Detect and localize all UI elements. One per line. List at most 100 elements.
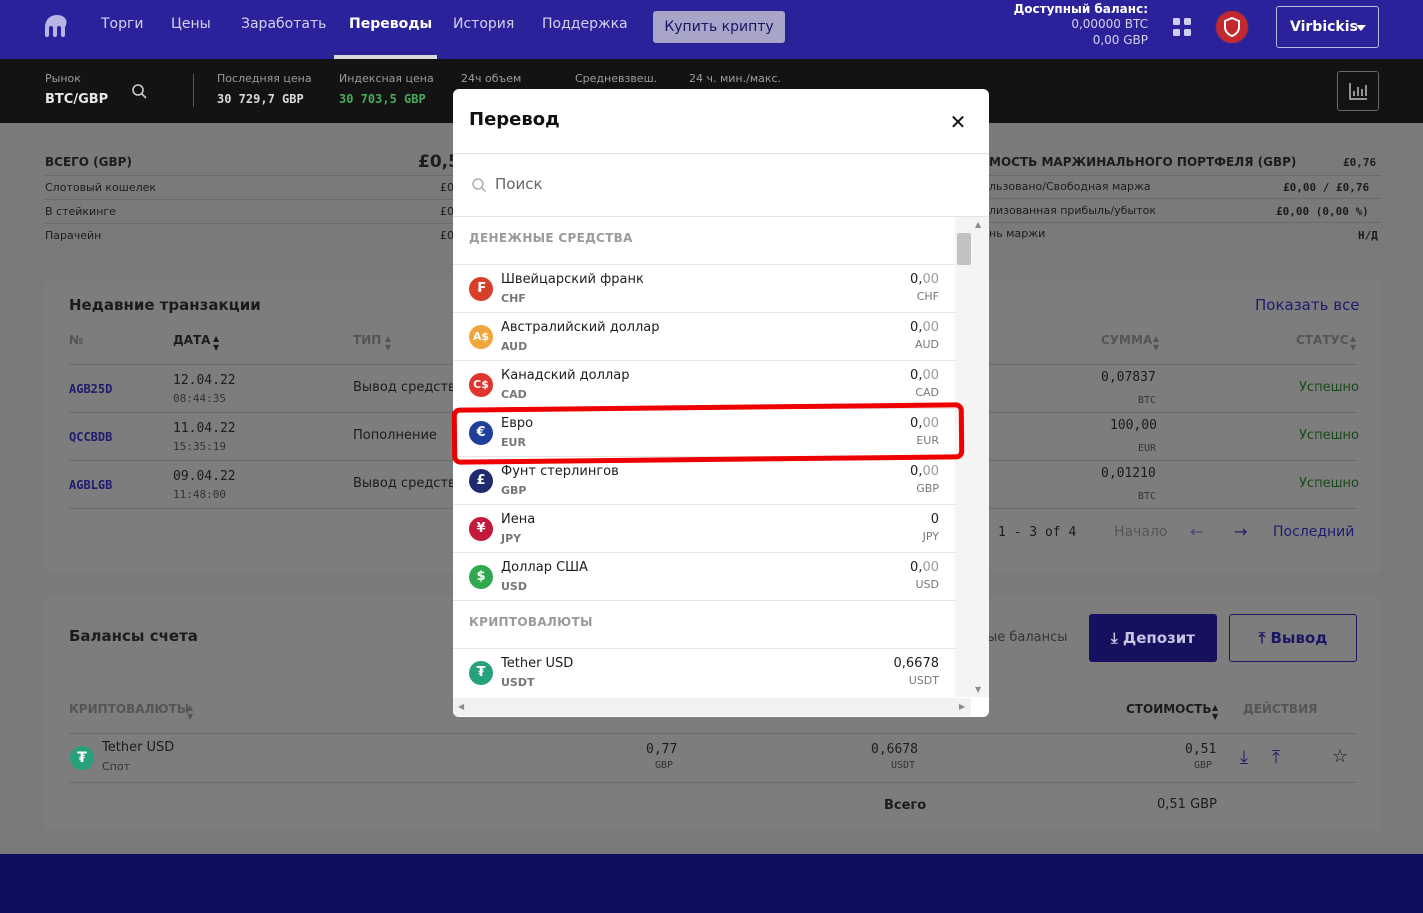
margin-level-label: нь маржи (989, 227, 1046, 240)
star-icon[interactable]: ☆ (1332, 746, 1348, 767)
horizontal-scrollbar[interactable] (453, 698, 971, 716)
scroll-right-icon[interactable]: ▶ (959, 702, 965, 711)
scrollbar-thumb[interactable] (957, 233, 971, 265)
currency-name: Tether USD (501, 656, 574, 671)
nav-support[interactable]: Поддержка (542, 16, 628, 32)
deposit-row-icon[interactable]: ⤓ (1240, 747, 1248, 768)
transaction-id-link[interactable]: AGB25D (69, 382, 112, 396)
nav-earn[interactable]: Заработать (241, 16, 326, 32)
currency-row-usdt[interactable]: ₮ Tether USD USDT 0,6678 USDT (453, 648, 955, 696)
hide-small-balances-toggle[interactable]: ые балансы (987, 630, 1068, 645)
footer-band (0, 854, 1423, 913)
currency-amount: 0,00 (910, 464, 939, 479)
user-menu-button[interactable]: Virbickis (1276, 6, 1379, 48)
margin-level-value: Н/Д (1358, 229, 1378, 242)
currency-row-chf[interactable]: ₣ Швейцарский франк CHF 0,00 CHF (453, 264, 955, 312)
staking-label: В стейкинге (45, 205, 116, 218)
col-type[interactable]: ТИП (353, 333, 381, 347)
used-margin-value: £0,00 / £0,76 (1283, 181, 1370, 194)
margin-portfolio-value: £0,76 (1343, 156, 1377, 169)
market-pair[interactable]: BTC/GBP (45, 92, 108, 107)
section-fiat: ДЕНЕЖНЫЕ СРЕДСТВА (469, 231, 633, 245)
margin-portfolio-label: МОСТЬ МАРЖИНАЛЬНОГО ПОРТФЕЛЯ (GBP) (989, 155, 1297, 169)
transaction-status: Успешно (1299, 476, 1359, 491)
divider (989, 222, 1381, 223)
currency-amount: 0,6678 (893, 656, 940, 671)
close-icon[interactable]: ✕ (947, 111, 969, 133)
pagination-range: 1 - 3 of 4 (998, 525, 1077, 540)
currency-name: Австралийский доллар (501, 320, 660, 335)
show-all-link[interactable]: Показать все (1255, 296, 1360, 314)
transaction-date: 09.04.22 (173, 469, 236, 484)
security-button[interactable] (1215, 10, 1249, 44)
currency-row-cad[interactable]: C$ Канадский доллар CAD 0,00 CAD (453, 360, 955, 408)
last-price-label: Последняя цена (217, 72, 312, 85)
buy-crypto-button[interactable]: Купить крипту (653, 11, 785, 43)
col-status[interactable]: СТАТУС (1296, 333, 1349, 347)
unrealized-pnl-value: £0,00 (0,00 %) (1276, 205, 1369, 218)
chart-toggle-button[interactable] (1337, 71, 1379, 111)
scroll-left-icon[interactable]: ◀ (458, 702, 464, 711)
scroll-down-icon[interactable]: ▼ (975, 685, 981, 694)
currency-unit: USDT (908, 674, 939, 687)
nav-trade[interactable]: Торги (101, 16, 143, 32)
col-value[interactable]: СТОИМОСТЬ (1126, 702, 1212, 716)
divider (989, 175, 1381, 176)
currency-name: Доллар США (501, 560, 588, 575)
franc-icon: ₣ (469, 277, 493, 301)
scroll-up-icon[interactable]: ▲ (975, 220, 981, 229)
divider (193, 74, 194, 107)
col-crypto[interactable]: КРИПТОВАЛЮТЫ (69, 702, 189, 716)
search-input[interactable] (495, 171, 895, 197)
sort-icon[interactable]: ▲ ▼ (213, 334, 219, 352)
asset-name: Tether USD (102, 740, 175, 755)
first-page-button[interactable]: Начало (1114, 524, 1167, 540)
sort-icon[interactable]: ▲ ▼ (385, 334, 391, 352)
currency-row-aud[interactable]: A$ Австралийский доллар AUD 0,00 AUD (453, 312, 955, 360)
currency-code: CHF (501, 292, 526, 305)
search-icon[interactable] (131, 83, 147, 99)
col-date[interactable]: ДАТА (173, 333, 210, 347)
transaction-unit: EUR (1138, 443, 1157, 454)
currency-unit: CHF (916, 290, 939, 303)
transaction-amount: 0,01210 (1101, 466, 1156, 481)
col-actions: ДЕЙСТВИЯ (1243, 702, 1318, 716)
arrow-left-icon[interactable]: ← (1190, 522, 1203, 541)
nav-transfers[interactable]: Переводы (349, 16, 432, 32)
apps-grid-icon[interactable] (1173, 18, 1191, 36)
used-margin-label: льзовано/Свободная маржа (989, 180, 1151, 193)
nav-prices[interactable]: Цены (171, 16, 211, 32)
deposit-button[interactable]: ⤓ Депозит (1089, 614, 1217, 662)
upload-icon: ⤒ (1258, 629, 1266, 647)
market-label: Рынок (45, 72, 81, 85)
download-icon: ⤓ (1111, 629, 1118, 647)
last-price: 30 729,7 GBP (217, 92, 304, 106)
section-crypto: КРИПТОВАЛЮТЫ (469, 615, 593, 629)
currency-row-usd[interactable]: $ Доллар США USD 0,00 USD (453, 552, 955, 600)
transaction-status: Успешно (1299, 380, 1359, 395)
col-amount[interactable]: СУММА (1101, 333, 1152, 347)
last-page-button[interactable]: Последний (1273, 524, 1354, 540)
sort-icon[interactable]: ▲ ▼ (1153, 334, 1159, 352)
withdraw-row-icon[interactable]: ⤒ (1272, 747, 1280, 768)
parachain-label: Парачейн (45, 229, 102, 242)
balance-gbp: 0,00 GBP (1092, 33, 1148, 47)
withdraw-button[interactable]: ⤒ Вывод (1229, 614, 1357, 662)
search-icon (472, 178, 486, 192)
minmax-label: 24 ч. мин./макс. (689, 72, 782, 85)
transaction-type: Вывод средств (353, 380, 456, 395)
cad-icon: C$ (469, 373, 493, 397)
sort-icon[interactable]: ▲ ▼ (1212, 703, 1218, 721)
currency-row-jpy[interactable]: ¥ Иена JPY 0 JPY (453, 504, 955, 552)
arrow-right-icon[interactable]: → (1234, 522, 1247, 541)
nav-history[interactable]: История (453, 16, 514, 32)
sort-icon[interactable]: ▲ ▼ (1350, 334, 1356, 352)
top-navigation: Торги Цены Заработать Переводы История П… (0, 0, 1423, 59)
transaction-id-link[interactable]: QCCBDB (69, 430, 112, 444)
transaction-type: Пополнение (353, 428, 437, 443)
sort-icon[interactable]: ▲ ▼ (187, 703, 193, 721)
kraken-logo-icon[interactable] (44, 14, 70, 38)
transaction-time: 08:44:35 (173, 392, 226, 405)
transaction-id-link[interactable]: AGBLGB (69, 478, 112, 492)
transaction-time: 11:48:00 (173, 488, 226, 501)
